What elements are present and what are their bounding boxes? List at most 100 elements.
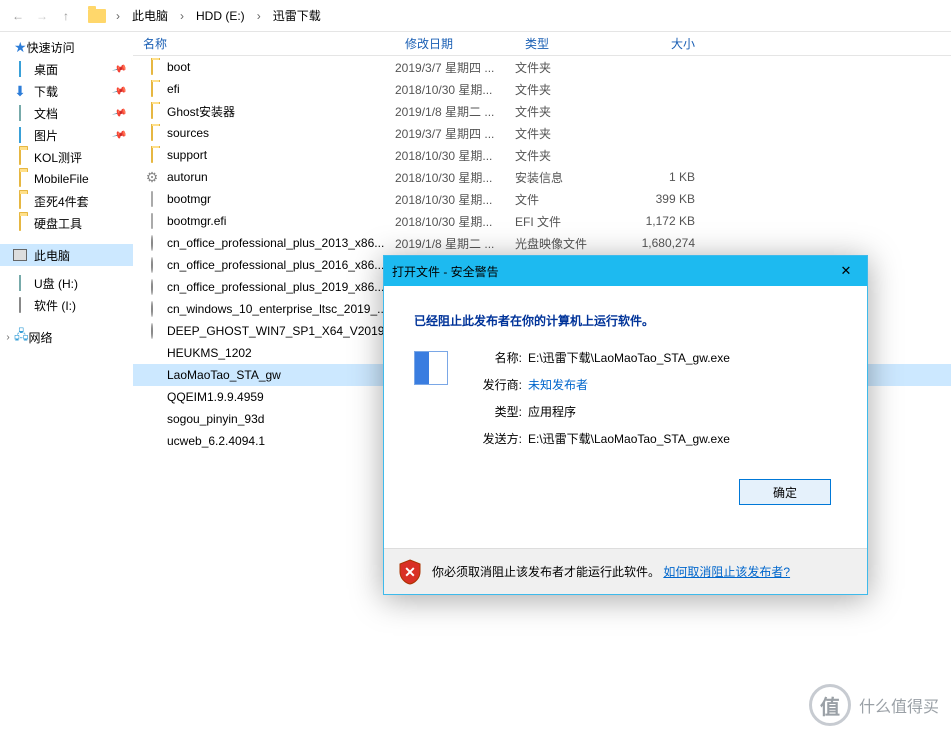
col-size[interactable]: 大小: [625, 35, 715, 52]
sidebar-item-thispc[interactable]: 此电脑: [0, 244, 133, 266]
doc-icon: [19, 106, 21, 120]
desktop-icon: [19, 62, 21, 76]
ok-button[interactable]: 确定: [739, 479, 831, 505]
file-row[interactable]: Ghost安装器2019/1/8 星期二 ...文件夹: [133, 100, 951, 122]
file-row[interactable]: bootmgr.efi2018/10/30 星期...EFI 文件1,172 K…: [133, 210, 951, 232]
sidebar-item[interactable]: 歪死4件套: [0, 190, 133, 212]
security-warning-dialog: 打开文件 - 安全警告 ✕ 已经阻止此发布者在你的计算机上运行软件。 名称:E:…: [383, 255, 868, 595]
disc-icon: [143, 300, 161, 318]
sidebar-label: 桌面: [34, 61, 58, 78]
file-name: Ghost安装器: [167, 103, 235, 120]
disc-icon: [151, 236, 153, 250]
disc-icon: [143, 278, 161, 296]
disc-icon: [143, 234, 161, 252]
file-name: HEUKMS_1202: [167, 346, 252, 360]
close-button[interactable]: ✕: [833, 261, 859, 281]
sidebar-item[interactable]: KOL测评: [0, 146, 133, 168]
dialog-heading: 已经阻止此发布者在你的计算机上运行软件。: [414, 312, 837, 329]
pic-icon: [12, 127, 28, 143]
file-date: 2019/1/8 星期二 ...: [395, 235, 515, 252]
file-name: efi: [167, 82, 180, 96]
crumb-drive[interactable]: HDD (E:): [192, 7, 249, 25]
sidebar-label: 此电脑: [34, 247, 70, 264]
orange-icon: [143, 432, 161, 450]
file-date: 2018/10/30 星期...: [395, 213, 515, 230]
breadcrumb[interactable]: › 此电脑 › HDD (E:) › 迅雷下载: [88, 5, 325, 26]
sidebar-item[interactable]: 文档📌: [0, 102, 133, 124]
sidebar-label: KOL测评: [34, 149, 82, 166]
folder-icon: [143, 124, 161, 142]
file-row[interactable]: efi2018/10/30 星期...文件夹: [133, 78, 951, 100]
file-icon: [151, 214, 153, 228]
file-row[interactable]: boot2019/3/7 星期四 ...文件夹: [133, 56, 951, 78]
file-row[interactable]: ⚙autorun2018/10/30 星期...安装信息1 KB: [133, 166, 951, 188]
gear-icon: ⚙: [146, 169, 159, 186]
sidebar-item-network[interactable]: › 🖧 网络: [0, 326, 133, 348]
folder-icon: [12, 193, 28, 209]
svg-text:✕: ✕: [404, 564, 416, 580]
file-row[interactable]: sources2019/3/7 星期四 ...文件夹: [133, 122, 951, 144]
value-publisher[interactable]: 未知发布者: [522, 376, 837, 393]
file-name: bootmgr: [167, 192, 211, 206]
sidebar-item[interactable]: 硬盘工具: [0, 212, 133, 234]
sidebar-item-drive[interactable]: U盘 (H:): [0, 272, 133, 294]
sidebar-label: 硬盘工具: [34, 215, 82, 232]
pin-icon: 📌: [111, 105, 127, 121]
sidebar-item[interactable]: MobileFile: [0, 168, 133, 190]
file-row[interactable]: support2018/10/30 星期...文件夹: [133, 144, 951, 166]
footer-text: 你必须取消阻止该发布者才能运行此软件。: [432, 565, 660, 579]
doc-icon: [12, 105, 28, 121]
folder-icon: [12, 171, 28, 187]
footer-link[interactable]: 如何取消阻止该发布者?: [663, 565, 790, 579]
col-name[interactable]: 名称: [133, 35, 395, 52]
sidebar-label: 软件 (I:): [34, 297, 76, 314]
file-name: sogou_pinyin_93d: [167, 412, 264, 426]
pin-icon: 📌: [111, 127, 127, 143]
col-date[interactable]: 修改日期: [395, 35, 515, 52]
folder-icon: [143, 58, 161, 76]
quick-access-group[interactable]: ★ 快速访问: [0, 36, 133, 58]
file-type: 安装信息: [515, 169, 625, 186]
nav-back[interactable]: ←: [6, 4, 30, 28]
nav-sidebar: ★ 快速访问 桌面 📌 ⬇下载📌文档📌 图片 📌 KOL测评 MobileFile 歪死4件套…: [0, 32, 133, 736]
gear-icon: ⚙: [143, 168, 161, 186]
disc-icon: [151, 302, 153, 316]
crumb-thispc[interactable]: 此电脑: [128, 5, 172, 26]
file-name: cn_office_professional_plus_2013_x86...: [167, 236, 384, 250]
file-icon: [143, 212, 161, 230]
sidebar-item[interactable]: ⬇下载📌: [0, 80, 133, 102]
file-row[interactable]: cn_office_professional_plus_2013_x86... 2…: [133, 232, 951, 254]
pic-icon: [19, 128, 21, 142]
file-name: QQEIM1.9.9.4959: [167, 390, 264, 404]
file-type: 文件夹: [515, 147, 625, 164]
file-size: 1 KB: [625, 170, 715, 184]
pin-icon: 📌: [111, 61, 127, 77]
disc-icon: [143, 256, 161, 274]
file-icon: [143, 190, 161, 208]
column-headers[interactable]: 名称 修改日期 类型 大小: [133, 32, 951, 56]
file-name: cn_windows_10_enterprise_ltsc_2019_...: [167, 302, 387, 316]
chevron-right-icon: ›: [253, 9, 265, 23]
folder-icon: [151, 104, 153, 118]
sidebar-label: 图片: [34, 127, 58, 144]
crumb-folder[interactable]: 迅雷下载: [269, 5, 325, 26]
dl-icon: ⬇: [14, 83, 26, 100]
sidebar-label: 歪死4件套: [34, 193, 89, 210]
sidebar-item[interactable]: 桌面 📌: [0, 58, 133, 80]
file-size: 399 KB: [625, 192, 715, 206]
sidebar-item-drive[interactable]: 软件 (I:): [0, 294, 133, 316]
file-row[interactable]: bootmgr2018/10/30 星期...文件399 KB: [133, 188, 951, 210]
label-from: 发送方:: [468, 430, 522, 447]
file-date: 2018/10/30 星期...: [395, 147, 515, 164]
file-date: 2018/10/30 星期...: [395, 169, 515, 186]
folder-icon: [88, 9, 106, 23]
red-icon: [143, 388, 161, 406]
nav-up[interactable]: ↑: [54, 4, 78, 28]
drive-icon: [19, 298, 21, 312]
folder-icon: [12, 215, 28, 231]
sidebar-item[interactable]: 图片 📌: [0, 124, 133, 146]
dialog-titlebar[interactable]: 打开文件 - 安全警告 ✕: [384, 256, 867, 286]
file-type: 文件夹: [515, 103, 625, 120]
nav-fwd[interactable]: →: [30, 4, 54, 28]
col-type[interactable]: 类型: [515, 35, 625, 52]
